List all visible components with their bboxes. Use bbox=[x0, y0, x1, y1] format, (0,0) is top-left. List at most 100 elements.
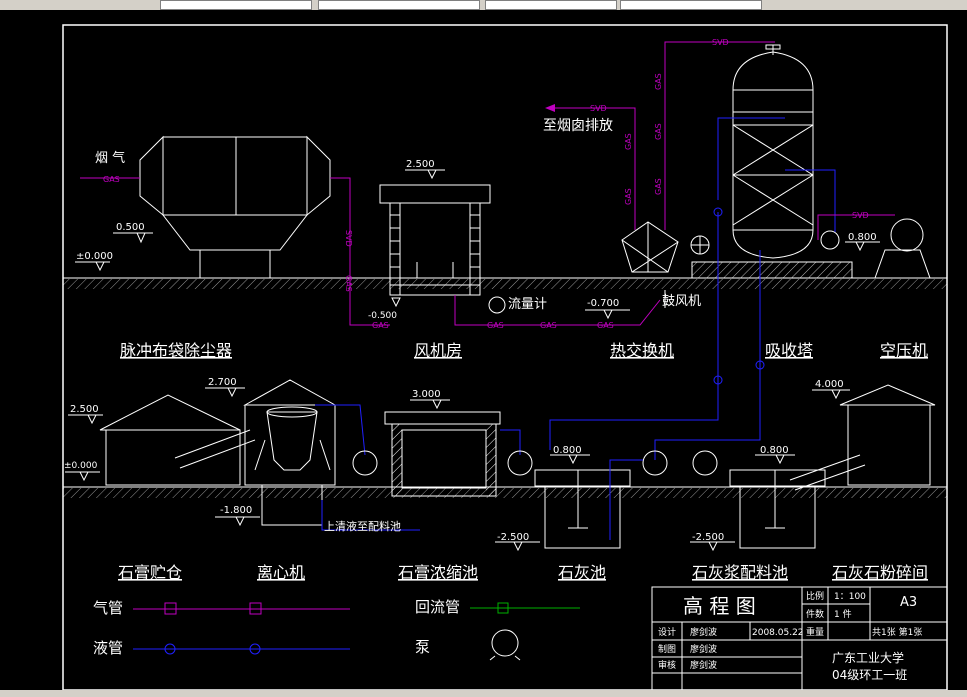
svg-text:SVD: SVD bbox=[852, 211, 869, 220]
gas-pipe-bagfilter-to-fan bbox=[330, 177, 390, 326]
compressor-name: 空压机 bbox=[880, 341, 928, 360]
flowmeter-label: 流量计 bbox=[508, 297, 547, 312]
liquid-pipe-absorber-top bbox=[717, 117, 785, 200]
bag-filter-equipment bbox=[139, 135, 331, 278]
drawing-canvas: 烟 气 GAS 0.500 ±0.000 SVD GAS GAS 2.500 -… bbox=[62, 24, 948, 690]
elevation-marker-fanroom-bottom: -0.500 bbox=[368, 297, 401, 321]
elevation-marker-ground-left: ±0.000 bbox=[75, 251, 113, 272]
title-block: 高 程 图 比例 1：100 件数 1 件 A3 设计 廖剑波 2008.05.… bbox=[651, 586, 948, 690]
limestone-crusher-equipment bbox=[789, 384, 936, 491]
elevation-marker-slurry-bottom: -2.500 bbox=[690, 532, 735, 552]
bag-filter-name: 脉冲布袋除尘器 bbox=[120, 341, 232, 360]
arrow-to-chimney-icon bbox=[545, 104, 555, 112]
svg-text:3.000: 3.000 bbox=[412, 389, 441, 400]
elevation-marker-centrifuge: 2.700 bbox=[205, 377, 245, 398]
return-to-tank-label: 上清液至配料池 bbox=[324, 519, 401, 533]
svg-text:-1.800: -1.800 bbox=[220, 505, 252, 516]
centrifuge-name: 离心机 bbox=[257, 563, 305, 582]
svg-text:-2.500: -2.500 bbox=[497, 532, 529, 543]
svg-text:±0.000: ±0.000 bbox=[76, 251, 113, 262]
svg-text:件数: 件数 bbox=[806, 608, 824, 620]
gypsum-thickener-name: 石膏浓缩池 bbox=[398, 563, 478, 582]
legend-pump-label: 泵 bbox=[415, 638, 430, 656]
svg-text:重量: 重量 bbox=[806, 626, 824, 638]
svg-text:GAS: GAS bbox=[654, 123, 663, 140]
flowmeter-icon bbox=[488, 296, 506, 314]
svg-text:GAS: GAS bbox=[624, 133, 633, 150]
class-name: 04级环工一班 bbox=[832, 668, 907, 682]
school-name: 广东工业大学 bbox=[832, 650, 904, 665]
fan-room-name: 风机房 bbox=[414, 341, 462, 360]
svg-text:4.000: 4.000 bbox=[815, 379, 844, 390]
liquid-pipe-absorber-to-lime bbox=[549, 212, 719, 450]
svg-text:1：100: 1：100 bbox=[834, 592, 866, 602]
elevation-marker-exchanger: -0.700 bbox=[585, 298, 630, 320]
svg-text:廖剑波: 廖剑波 bbox=[690, 659, 717, 671]
elevation-marker-bagfilter: 0.500 bbox=[113, 222, 153, 244]
gas-pipe-to-absorber bbox=[664, 41, 775, 230]
svg-text:SVD: SVD bbox=[344, 230, 353, 247]
limestone-crusher-name: 石灰石粉碎间 bbox=[832, 563, 928, 582]
absorber-tower-equipment bbox=[691, 44, 853, 279]
svg-text:廖剑波: 廖剑波 bbox=[690, 643, 717, 655]
svg-text:SVD: SVD bbox=[590, 104, 607, 113]
lime-tank-equipment bbox=[534, 469, 631, 549]
absorber-name: 吸收塔 bbox=[765, 341, 813, 360]
elevation-marker-silo: 2.500 bbox=[68, 404, 103, 425]
svg-text:0.800: 0.800 bbox=[760, 445, 789, 456]
svg-text:GAS: GAS bbox=[487, 321, 504, 330]
gas-tag: GAS bbox=[103, 175, 120, 184]
flue-gas-label: 烟 气 bbox=[95, 150, 125, 166]
elevation-marker-ground-lower: ±0.000 bbox=[64, 461, 100, 482]
gypsum-silo-equipment bbox=[99, 394, 256, 486]
lime-tank-name: 石灰池 bbox=[558, 563, 606, 582]
svg-text:GAS: GAS bbox=[654, 73, 663, 90]
absorber-foundation bbox=[692, 262, 852, 278]
svg-text:0.800: 0.800 bbox=[848, 232, 877, 243]
svg-text:GAS: GAS bbox=[540, 321, 557, 330]
elevation-marker-compressor: 0.800 bbox=[845, 232, 880, 252]
gypsum-silo-name: 石膏贮仓 bbox=[118, 563, 182, 582]
lower-equipment-names: 石膏贮仓 离心机 石膏浓缩池 石灰池 石灰浆配料池 石灰石粉碎间 bbox=[118, 563, 928, 582]
legend: 气管 液管 回流管 泵 bbox=[93, 598, 580, 661]
elevation-marker-crusher: 4.000 bbox=[812, 379, 850, 400]
to-chimney-label: 至烟囱排放 bbox=[543, 118, 613, 134]
heat-exchanger-equipment bbox=[621, 221, 679, 273]
heat-exchanger-name: 热交换机 bbox=[610, 341, 674, 360]
svg-text:GAS: GAS bbox=[624, 188, 633, 205]
svg-text:±0.000: ±0.000 bbox=[64, 461, 98, 471]
svg-text:-2.500: -2.500 bbox=[692, 532, 724, 543]
pump-icon bbox=[692, 450, 718, 476]
elevation-marker-centrifuge-pit: -1.800 bbox=[215, 505, 260, 527]
svg-text:2.700: 2.700 bbox=[208, 377, 237, 388]
svg-text:1 件: 1 件 bbox=[834, 608, 852, 620]
svg-text:审核: 审核 bbox=[658, 659, 676, 671]
slurry-tank-equipment bbox=[729, 469, 826, 549]
slurry-tank-name: 石灰浆配料池 bbox=[692, 563, 788, 582]
svg-text:廖剑波: 廖剑波 bbox=[690, 626, 717, 638]
ground-hatch-lower bbox=[63, 488, 947, 498]
legend-liquid-label: 液管 bbox=[93, 639, 123, 657]
svg-text:制图: 制图 bbox=[658, 643, 676, 655]
legend-gas-label: 气管 bbox=[93, 599, 123, 617]
sheet-size: A3 bbox=[900, 595, 917, 610]
svg-text:2.500: 2.500 bbox=[70, 404, 99, 415]
svg-text:比例: 比例 bbox=[806, 590, 824, 602]
svg-text:GAS: GAS bbox=[597, 321, 614, 330]
elevation-marker-lime-bottom: -2.500 bbox=[495, 532, 540, 552]
svg-text:2008.05.22: 2008.05.22 bbox=[752, 628, 804, 638]
window-bottom-strip bbox=[0, 690, 967, 697]
gypsum-thickener-equipment bbox=[384, 411, 501, 497]
svg-text:0.800: 0.800 bbox=[553, 445, 582, 456]
svg-text:-0.700: -0.700 bbox=[587, 298, 619, 309]
elevation-marker-slurry: 0.800 bbox=[755, 445, 795, 465]
liquid-pipe-lime-to-pump bbox=[609, 459, 643, 540]
pump-symbol-icon bbox=[491, 629, 519, 657]
elevation-marker-thickener: 3.000 bbox=[410, 389, 450, 410]
svg-text:0.500: 0.500 bbox=[116, 222, 145, 233]
elevation-marker-lime: 0.800 bbox=[550, 445, 590, 465]
blower-label: 鼓风机 bbox=[662, 294, 701, 309]
elevation-marker-fanroom-top: 2.500 bbox=[405, 159, 445, 180]
svg-text:GAS: GAS bbox=[372, 321, 389, 330]
ground-hatch-upper bbox=[63, 279, 947, 289]
